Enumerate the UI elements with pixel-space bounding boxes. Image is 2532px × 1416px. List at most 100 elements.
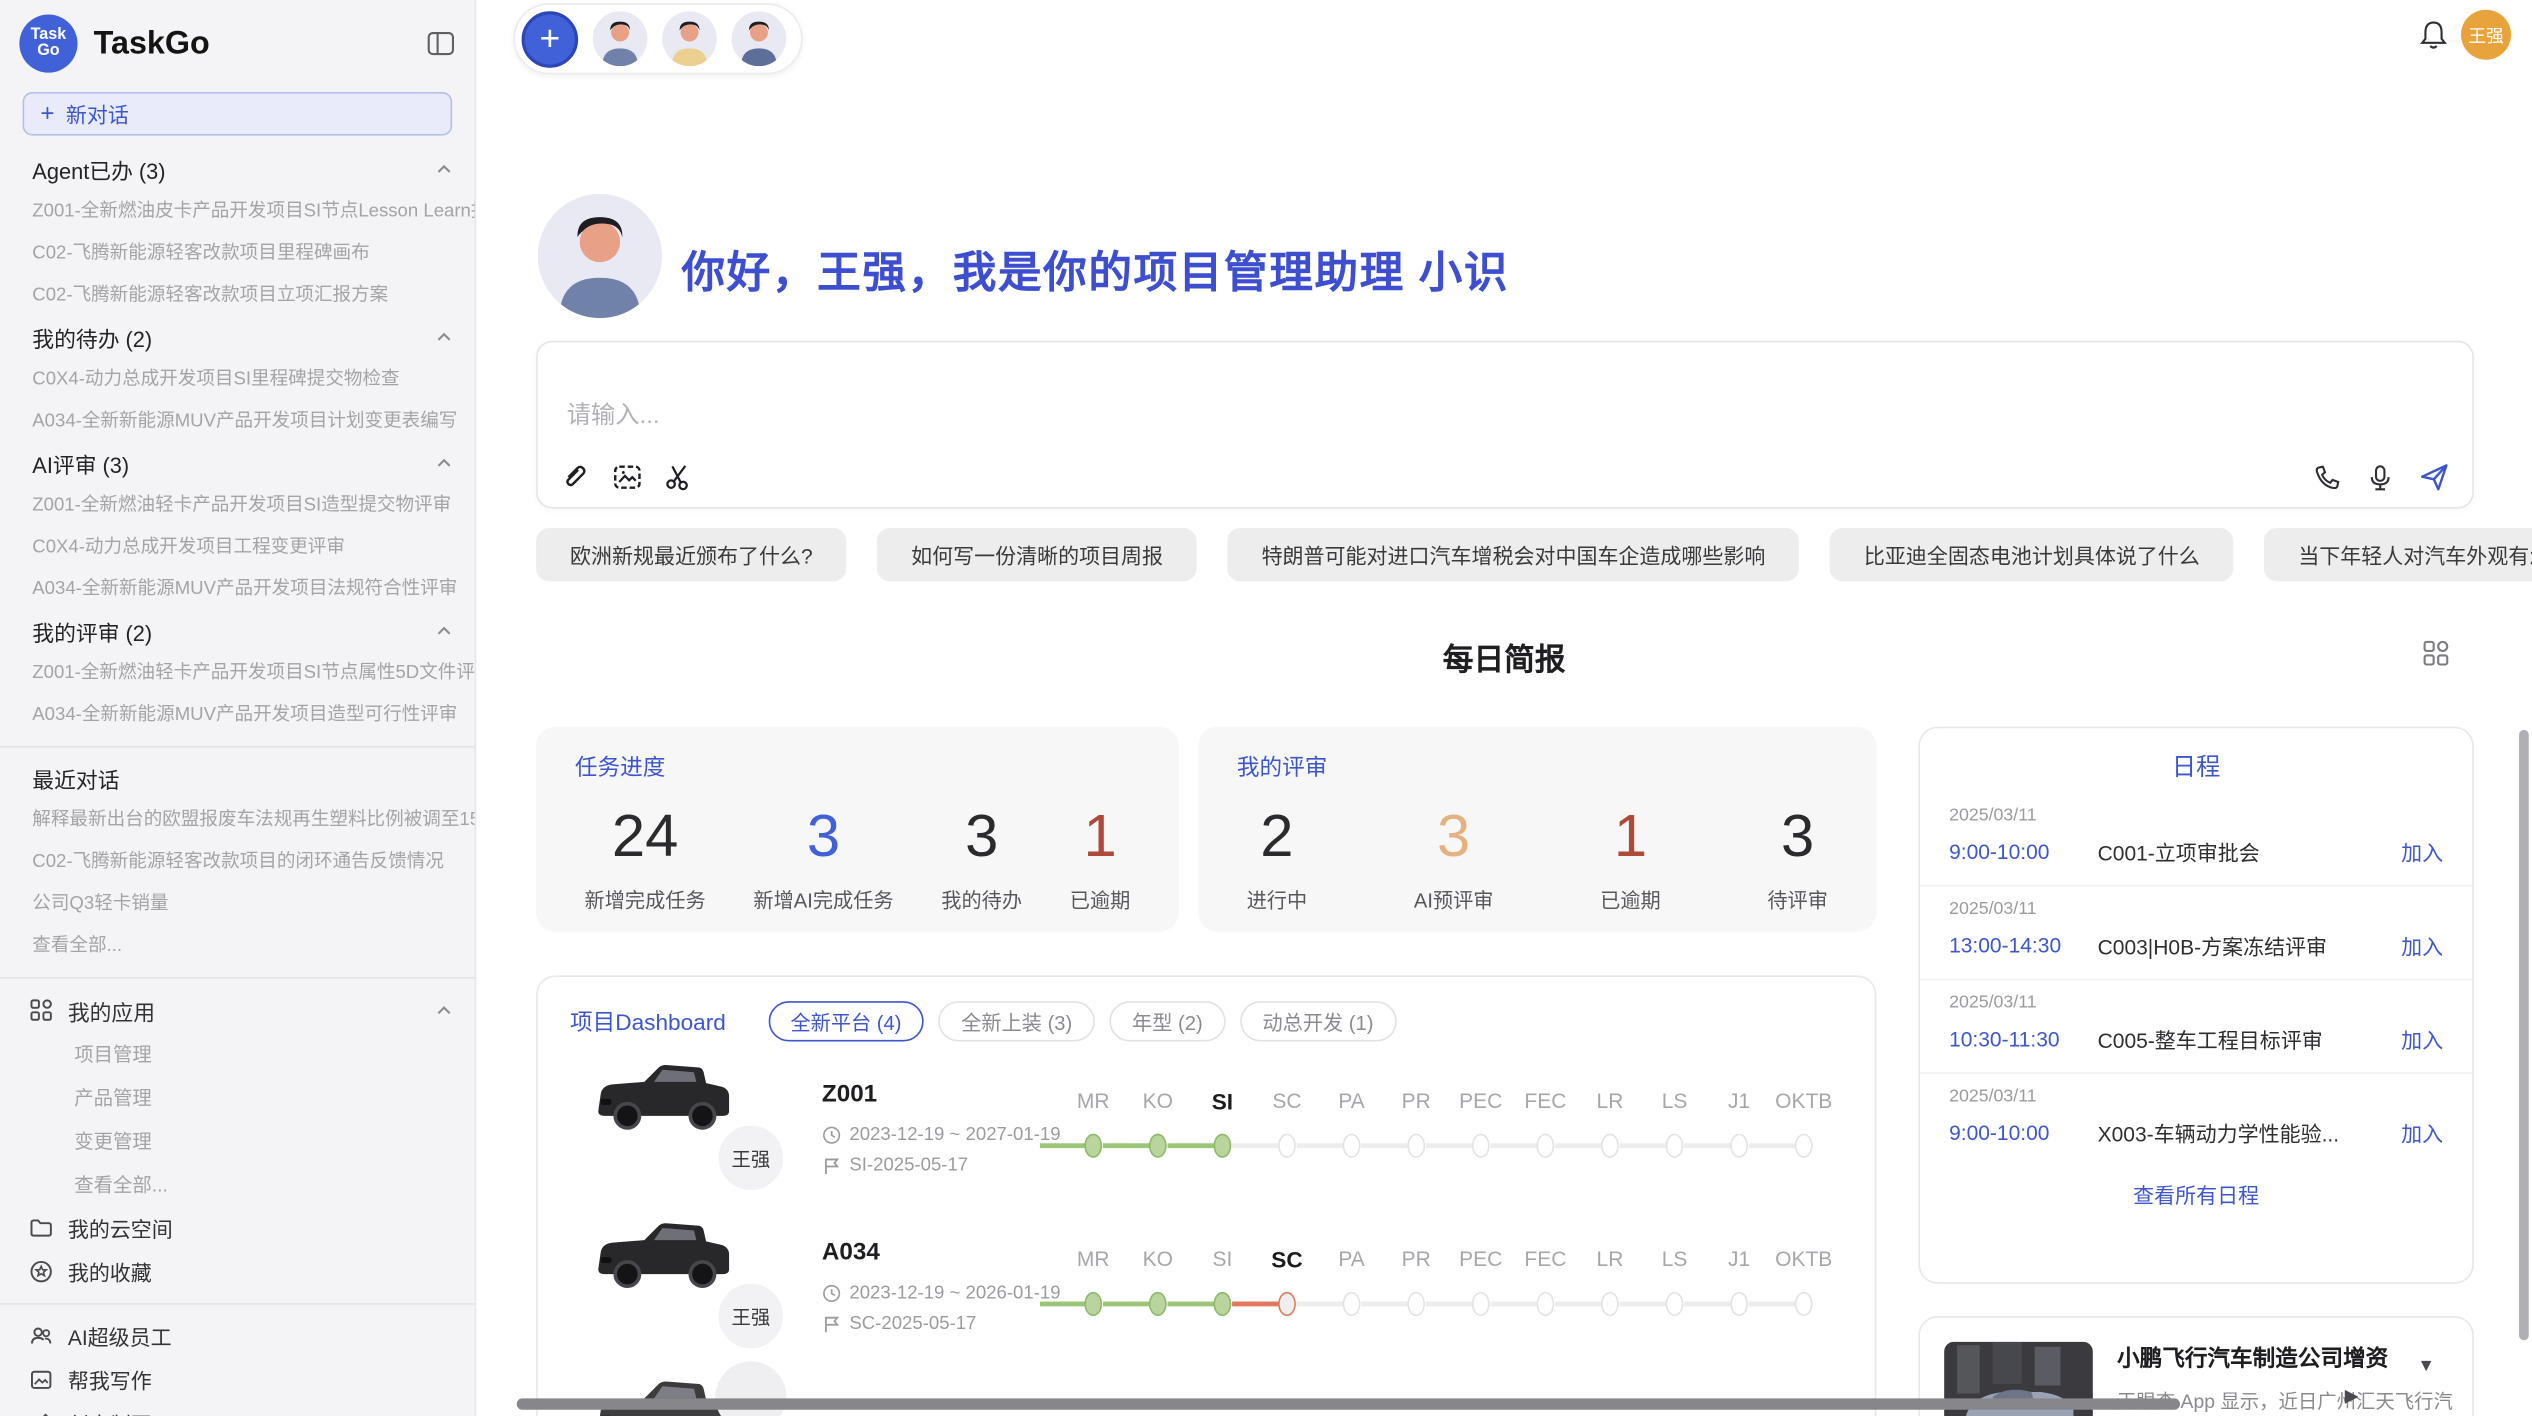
vertical-scrollbar[interactable]: [2519, 730, 2529, 1340]
sidebar-section-header[interactable]: 我的待办 (2): [0, 317, 475, 359]
sidebar-item-cloud-space[interactable]: 我的云空间: [0, 1206, 475, 1250]
schedule-view-all[interactable]: 查看所有日程: [1920, 1179, 2472, 1210]
dashboard-header: 项目Dashboard 全新平台 (4) 全新上装 (3) 年型 (2) 动总开发 (…: [538, 977, 1875, 1042]
sidebar-item-favorites[interactable]: 我的收藏: [0, 1250, 475, 1294]
sidebar-item-ai-super-staff[interactable]: AI超级员工: [0, 1314, 475, 1358]
sidebar-item[interactable]: C0X4-动力总成开发项目SI里程碑提交物检查: [0, 358, 475, 400]
member-avatar[interactable]: [662, 11, 717, 66]
notification-bell-icon[interactable]: [2419, 19, 2448, 51]
join-link[interactable]: 加入: [2401, 836, 2443, 867]
suggestion-chip[interactable]: 特朗普可能对进口汽车增税会对中国车企造成哪些影响: [1228, 528, 1800, 581]
join-link[interactable]: 加入: [2401, 930, 2443, 961]
send-icon[interactable]: [2419, 462, 2450, 493]
layout-grid-icon[interactable]: [2422, 639, 2449, 666]
milestone-dot: [1472, 1134, 1490, 1158]
recent-chat-item[interactable]: 解释最新出台的欧盟报废车法规再生塑料比例被调至15%...: [0, 799, 475, 841]
recent-chats-header[interactable]: 最近对话: [0, 757, 475, 799]
sidebar-item[interactable]: Z001-全新燃油皮卡产品开发项目SI节点Lesson Learn报告: [0, 191, 475, 233]
milestone: SI: [1190, 1087, 1255, 1163]
card-title: 我的评审: [1237, 751, 1876, 783]
sidebar-item-help-me-write[interactable]: 帮我写作: [0, 1358, 475, 1402]
ai-super-staff-label: AI超级员工: [68, 1321, 452, 1352]
dashboard-tabs: 全新平台 (4) 全新上装 (3) 年型 (2) 动总开发 (1): [768, 1001, 1396, 1041]
sidebar-item[interactable]: Z001-全新燃油轻卡产品开发项目SI造型提交物评审: [0, 484, 475, 526]
chat-input[interactable]: [564, 400, 2024, 431]
milestone-track: MRKOSISCPAPRPECFECLRLSJ1OKTB: [1061, 1245, 1836, 1321]
sidebar-section-header[interactable]: Agent已办 (3): [0, 149, 475, 191]
join-link[interactable]: 加入: [2401, 1117, 2443, 1148]
dashboard-title: 项目Dashboard: [570, 1005, 726, 1037]
sidebar-item-creative-drawing[interactable]: 创意制图: [0, 1402, 475, 1416]
sidebar-item-my-apps[interactable]: 我的应用: [0, 988, 475, 1032]
scroll-right-arrow-icon[interactable]: ▶: [2345, 1385, 2359, 1406]
milestone-dot: [1214, 1292, 1232, 1316]
dashboard-tab[interactable]: 全新平台 (4): [768, 1001, 924, 1041]
milestone-label: LR: [1578, 1087, 1643, 1116]
recent-chat-item[interactable]: C02-飞腾新能源轻客改款项目的闭环通告反馈情况: [0, 841, 475, 883]
milestone-dot: [1149, 1292, 1167, 1316]
sidebar-item[interactable]: A034-全新新能源MUV产品开发项目法规符合性评审: [0, 568, 475, 610]
app-item[interactable]: 变更管理: [0, 1119, 475, 1163]
recent-view-all[interactable]: 查看全部...: [0, 925, 475, 967]
stat: 3新增AI完成任务: [753, 803, 893, 914]
sidebar-section-header[interactable]: AI评审 (3): [0, 442, 475, 484]
suggestion-chip[interactable]: 比亚迪全固态电池计划具体说了什么: [1830, 528, 2234, 581]
app-item[interactable]: 产品管理: [0, 1075, 475, 1119]
app-item[interactable]: 项目管理: [0, 1032, 475, 1076]
milestone-connector: [1296, 1302, 1343, 1306]
chat-input-box: [536, 341, 2474, 509]
stat: 1已逾期: [1070, 803, 1131, 914]
member-avatar[interactable]: [732, 11, 787, 66]
horizontal-scrollbar[interactable]: [517, 1398, 2180, 1409]
sidebar-item[interactable]: C02-飞腾新能源轻客改款项目立项汇报方案: [0, 275, 475, 317]
flag-icon: [822, 1314, 841, 1333]
stat-value: 1: [1600, 803, 1661, 871]
milestone-label: KO: [1126, 1087, 1191, 1116]
milestone: PA: [1319, 1245, 1384, 1321]
creative-drawing-label: 创意制图: [68, 1408, 452, 1416]
dashboard-tab[interactable]: 全新上装 (3): [939, 1001, 1095, 1041]
my-review-card: 我的评审 2进行中3AI预评审1已逾期3待评审: [1198, 727, 1876, 932]
person-illustration: [732, 11, 787, 66]
suggestion-chip[interactable]: 欧洲新规最近颁布了什么?: [536, 528, 846, 581]
apps-view-all[interactable]: 查看全部...: [0, 1163, 475, 1207]
dashboard-tab[interactable]: 年型 (2): [1109, 1001, 1225, 1041]
recent-chat-item[interactable]: 公司Q3轻卡销量: [0, 883, 475, 925]
sidebar-item[interactable]: C0X4-动力总成开发项目工程变更评审: [0, 526, 475, 568]
sidebar-item[interactable]: A034-全新新能源MUV产品开发项目计划变更表编写: [0, 400, 475, 442]
sidebar-collapse-icon[interactable]: [426, 29, 455, 58]
milestone-connector: [1490, 1143, 1537, 1147]
attachment-icon[interactable]: [560, 462, 591, 493]
milestone-label: MR: [1061, 1087, 1126, 1116]
schedule-date: 2025/03/11: [1949, 899, 2443, 918]
favorites-label: 我的收藏: [68, 1256, 452, 1287]
sidebar-section-header[interactable]: 我的评审 (2): [0, 610, 475, 652]
new-chat-button[interactable]: + 新对话: [23, 92, 453, 136]
user-avatar[interactable]: 王强: [2461, 10, 2511, 60]
stat-label: AI预评审: [1414, 883, 1494, 914]
schedule-time: 9:00-10:00: [1949, 840, 2098, 864]
image-upload-icon[interactable]: [612, 462, 643, 493]
sidebar-item[interactable]: Z001-全新燃油轻卡产品开发项目SI节点属性5D文件评审: [0, 652, 475, 694]
phone-icon[interactable]: [2312, 463, 2341, 492]
mic-icon[interactable]: [2366, 463, 2395, 492]
milestone-label: SI: [1190, 1245, 1255, 1274]
milestone-label: LR: [1578, 1245, 1643, 1274]
sidebar-section-title: AI评审 (3): [32, 447, 129, 479]
suggestion-chip[interactable]: 当下年轻人对汽车外观有怎样的喜好趋势: [2264, 528, 2532, 581]
schedule-list: 2025/03/119:00-10:00C001-立项审批会加入2025/03/…: [1920, 793, 2472, 1166]
dashboard-tab[interactable]: 动总开发 (1): [1240, 1001, 1396, 1041]
sidebar-item[interactable]: A034-全新新能源MUV产品开发项目造型可行性评审: [0, 694, 475, 736]
scroll-down-arrow-icon[interactable]: ▼: [2417, 1356, 2435, 1375]
member-avatar[interactable]: [593, 11, 648, 66]
sidebar-item[interactable]: C02-飞腾新能源轻客改款项目里程碑画布: [0, 233, 475, 275]
recent-chats-title: 最近对话: [32, 762, 119, 794]
milestone-connector: [1231, 1143, 1278, 1147]
add-member-button[interactable]: +: [522, 10, 579, 67]
suggestion-chip[interactable]: 如何写一份清晰的项目周报: [877, 528, 1197, 581]
scissors-icon[interactable]: [664, 462, 695, 493]
schedule-date: 2025/03/11: [1949, 1087, 2443, 1106]
join-link[interactable]: 加入: [2401, 1024, 2443, 1055]
milestone: FEC: [1513, 1245, 1578, 1321]
milestone: PR: [1384, 1245, 1449, 1321]
